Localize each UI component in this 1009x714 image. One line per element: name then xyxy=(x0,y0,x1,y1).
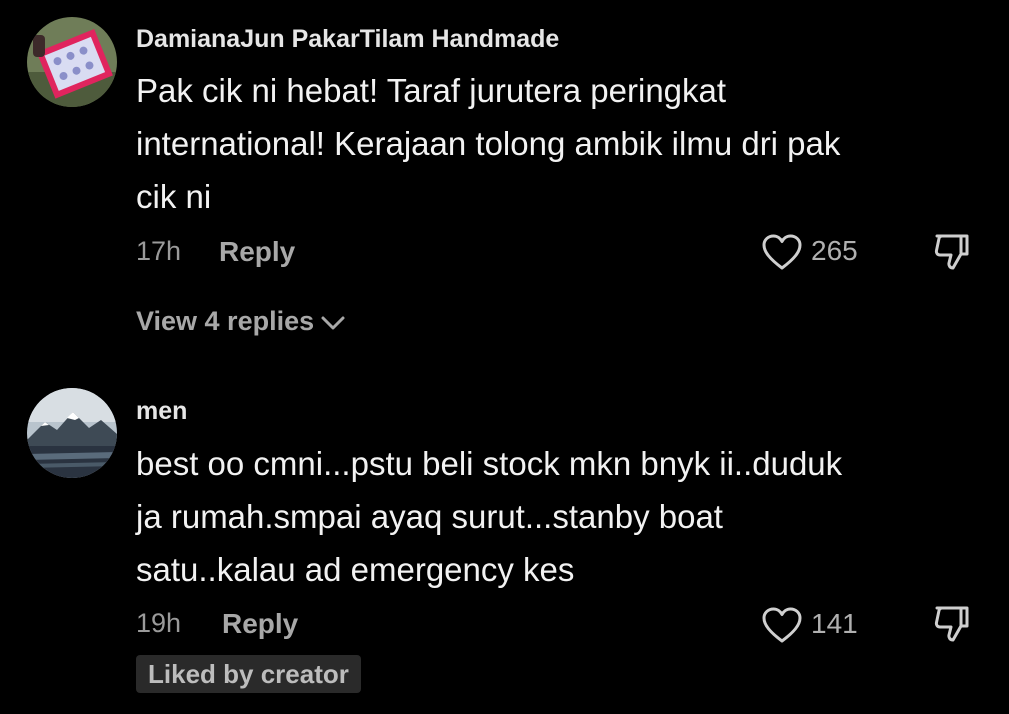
mountain-avatar-icon xyxy=(27,388,117,478)
like-count: 265 xyxy=(811,235,858,266)
like-count: 141 xyxy=(811,608,858,639)
comment-text-line: cik ni xyxy=(136,178,212,215)
thumbs-down-icon[interactable] xyxy=(931,230,971,274)
view-replies-label: View 4 replies xyxy=(136,306,315,336)
comment-text-line: satu..kalau ad emergency kes xyxy=(136,551,575,588)
comment-text-line: Pak cik ni hebat! Taraf jurutera peringk… xyxy=(136,72,727,109)
liked-by-creator-badge: Liked by creator xyxy=(136,655,361,693)
comment-text: best oo cmni...pstu beli stock mkn bnyk … xyxy=(136,437,976,596)
timestamp: 17h xyxy=(136,236,182,266)
username[interactable]: DamianaJun PakarTilam Handmade xyxy=(136,25,559,54)
comment-text-line: international! Kerajaan tolong ambik ilm… xyxy=(136,125,841,162)
avatar[interactable] xyxy=(27,388,117,478)
comment-1: DamianaJun PakarTilam Handmade Pak cik n… xyxy=(0,0,1009,360)
timestamp: 19h xyxy=(136,608,182,638)
reply-button[interactable]: Reply xyxy=(219,236,295,268)
thumbs-down-icon[interactable] xyxy=(931,602,971,646)
view-replies-button[interactable]: View 4 replies xyxy=(136,306,346,337)
chevron-down-icon xyxy=(321,316,345,330)
username[interactable]: men xyxy=(136,397,187,426)
heart-icon[interactable] xyxy=(760,232,804,272)
comment-text-line: ja rumah.smpai ayaq surut...stanby boat xyxy=(136,498,723,535)
comment-text-line: best oo cmni...pstu beli stock mkn bnyk … xyxy=(136,445,843,482)
heart-icon[interactable] xyxy=(760,605,804,645)
reply-button[interactable]: Reply xyxy=(222,608,298,640)
mattress-avatar-icon xyxy=(27,17,117,107)
comment-2: men best oo cmni...pstu beli stock mkn b… xyxy=(0,380,1009,714)
avatar[interactable] xyxy=(27,17,117,107)
comment-text: Pak cik ni hebat! Taraf jurutera peringk… xyxy=(136,64,976,223)
